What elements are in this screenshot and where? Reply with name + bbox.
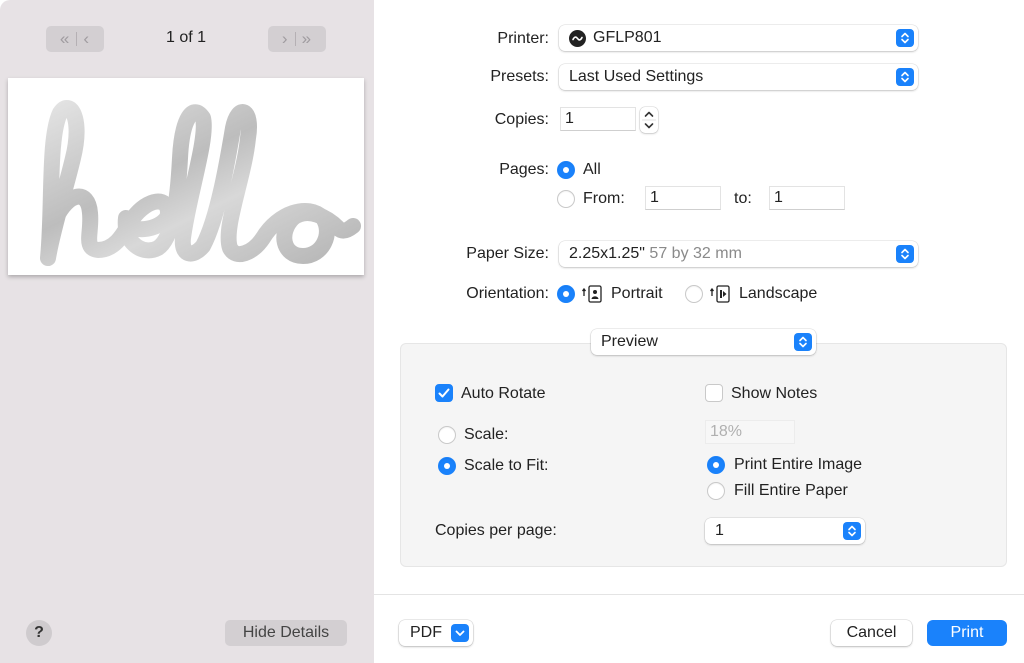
show-notes-checkbox[interactable] — [705, 384, 723, 402]
auto-rotate-label: Auto Rotate — [461, 385, 546, 402]
printer-status-icon — [569, 29, 586, 47]
checkmark-icon — [438, 388, 450, 398]
scale-to-fit-label: Scale to Fit: — [464, 457, 549, 474]
cancel-button[interactable]: Cancel — [831, 620, 912, 646]
printer-label: Printer: — [497, 30, 549, 47]
presets-popup[interactable]: Last Used Settings — [559, 64, 918, 90]
up-down-arrows-icon — [896, 29, 914, 47]
hello-image — [40, 100, 361, 266]
pages-to-label: to: — [734, 190, 752, 207]
last-page-icon[interactable]: » — [302, 29, 312, 49]
print-button[interactable]: Print — [927, 620, 1007, 646]
printer-value: GFLP801 — [593, 29, 662, 46]
app-section-popup[interactable]: Preview — [591, 329, 816, 355]
pages-from-label: From: — [583, 190, 625, 207]
up-down-arrows-icon — [896, 68, 914, 86]
decrement-icon — [644, 123, 654, 129]
presets-label: Presets: — [490, 68, 549, 85]
up-down-arrows-icon — [843, 522, 861, 540]
orientation-landscape-radio[interactable] — [685, 285, 703, 303]
chevron-down-icon — [451, 624, 469, 642]
show-notes-label: Show Notes — [731, 385, 818, 402]
pages-label: Pages: — [499, 161, 549, 178]
pdf-menu-button[interactable]: PDF — [399, 620, 473, 646]
next-last-page-button[interactable]: ›» — [268, 26, 326, 52]
presets-value: Last Used Settings — [569, 68, 704, 85]
first-previous-page-button[interactable]: «‹ — [46, 26, 104, 52]
orientation-portrait-label: Portrait — [611, 285, 663, 302]
copies-label: Copies: — [494, 111, 549, 128]
up-down-arrows-icon — [896, 245, 914, 263]
next-page-icon[interactable]: › — [282, 29, 289, 49]
fill-entire-paper-label: Fill Entire Paper — [734, 482, 848, 499]
help-button[interactable]: ? — [26, 620, 52, 646]
pages-to-input[interactable]: 1 — [769, 186, 845, 210]
paper-size-label: Paper Size: — [466, 245, 549, 262]
fill-entire-paper-radio[interactable] — [707, 482, 725, 500]
first-page-icon[interactable]: « — [60, 29, 70, 49]
paper-size-detail: 57 by 32 mm — [649, 245, 742, 262]
app-section-value: Preview — [601, 333, 658, 350]
pages-all-label: All — [583, 161, 601, 178]
auto-rotate-checkbox[interactable] — [435, 384, 453, 402]
orientation-landscape-label: Landscape — [739, 285, 818, 302]
print-entire-image-label: Print Entire Image — [734, 456, 863, 473]
pages-all-radio[interactable] — [557, 161, 575, 179]
increment-icon — [644, 111, 654, 117]
page-indicator: 1 of 1 — [165, 29, 207, 46]
scale-label: Scale: — [464, 426, 509, 443]
portrait-icon — [581, 284, 605, 309]
copies-per-page-label: Copies per page: — [435, 522, 557, 539]
scale-input[interactable]: 18% — [705, 420, 795, 444]
copies-input[interactable]: 1 — [560, 107, 636, 131]
orientation-portrait-radio[interactable] — [557, 285, 575, 303]
copies-per-page-value: 1 — [715, 522, 724, 539]
printer-popup[interactable]: GFLP801 — [559, 25, 918, 51]
pdf-label: PDF — [410, 624, 442, 641]
hide-details-button[interactable]: Hide Details — [225, 620, 347, 646]
pages-from-input[interactable]: 1 — [645, 186, 721, 210]
landscape-icon — [709, 284, 733, 309]
footer-divider — [374, 594, 1024, 595]
paper-size-popup[interactable]: 2.25x1.25" 57 by 32 mm — [559, 241, 918, 267]
copies-per-page-popup[interactable]: 1 — [705, 518, 865, 544]
orientation-label: Orientation: — [466, 285, 549, 302]
preview-pane: «‹ 1 of 1 ›» ? Hide Details — [0, 0, 374, 663]
up-down-arrows-icon — [794, 333, 812, 351]
page-thumbnail — [8, 78, 364, 275]
copies-stepper[interactable] — [640, 107, 658, 133]
print-entire-image-radio[interactable] — [707, 456, 725, 474]
paper-size-value: 2.25x1.25" — [569, 245, 645, 262]
scale-radio[interactable] — [438, 426, 456, 444]
previous-page-icon[interactable]: ‹ — [83, 29, 90, 49]
scale-to-fit-radio[interactable] — [438, 457, 456, 475]
pages-from-radio[interactable] — [557, 190, 575, 208]
